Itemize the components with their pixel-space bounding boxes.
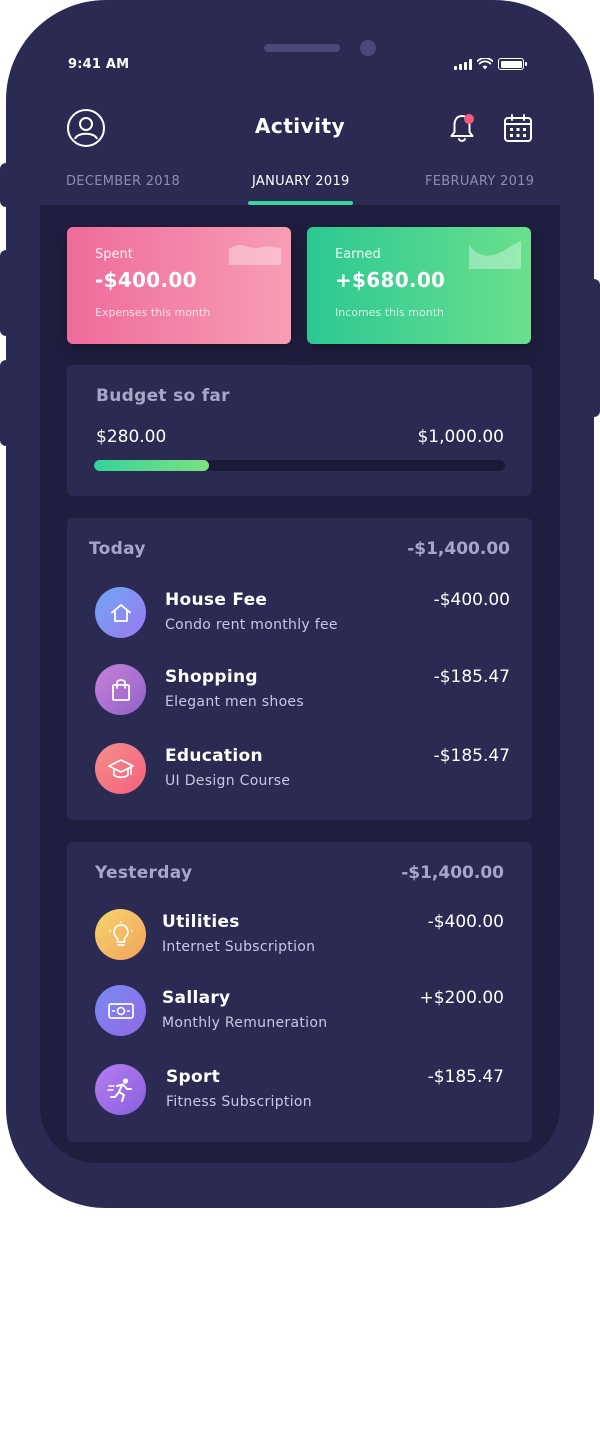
yesterday-panel: Yesterday -$1,400.00 Utilities Internet … xyxy=(67,842,532,1142)
list-item[interactable]: Utilities Internet Subscription -$400.00 xyxy=(95,909,504,963)
txn-amount: -$185.47 xyxy=(427,1067,504,1087)
signal-icon xyxy=(454,58,472,70)
spent-amount: -$400.00 xyxy=(95,268,197,292)
battery-icon xyxy=(498,58,527,70)
spent-subtitle: Expenses this month xyxy=(95,306,211,319)
budget-panel: Budget so far $280.00 $1,000.00 xyxy=(67,365,532,496)
budget-limit-value: $1,000.00 xyxy=(417,427,504,447)
earned-subtitle: Incomes this month xyxy=(335,306,444,319)
tab-december-2018[interactable]: DECEMBER 2018 xyxy=(66,174,180,189)
calendar-icon xyxy=(504,114,532,142)
txn-desc: Condo rent monthly fee xyxy=(165,617,338,633)
wifi-icon xyxy=(477,58,493,70)
shopping-bag-icon xyxy=(111,678,130,701)
power-button xyxy=(586,279,600,417)
front-camera xyxy=(360,40,376,56)
txn-amount: -$400.00 xyxy=(433,590,510,610)
budget-title: Budget so far xyxy=(96,386,230,406)
txn-desc: Monthly Remuneration xyxy=(162,1015,328,1031)
txn-name: Sport xyxy=(166,1067,221,1087)
cash-icon xyxy=(107,1002,134,1019)
list-item[interactable]: House Fee Condo rent monthly fee -$400.0… xyxy=(95,587,510,641)
txn-desc: Internet Subscription xyxy=(162,939,316,955)
budget-progress-bar xyxy=(94,460,505,471)
txn-name: Sallary xyxy=(162,988,231,1008)
earned-label: Earned xyxy=(335,247,381,262)
tab-february-2019[interactable]: FEBRUARY 2019 xyxy=(425,174,534,189)
budget-spent-value: $280.00 xyxy=(96,427,167,447)
list-item[interactable]: Sport Fitness Subscription -$185.47 xyxy=(95,1064,504,1118)
txn-amount: +$200.00 xyxy=(419,988,504,1008)
list-item[interactable]: Shopping Elegant men shoes -$185.47 xyxy=(95,664,510,718)
speaker-grille xyxy=(264,44,340,52)
tab-january-2019[interactable]: JANUARY 2019 xyxy=(252,174,350,189)
today-title: Today xyxy=(89,539,146,559)
house-icon xyxy=(110,603,131,622)
today-panel: Today -$1,400.00 House Fee Condo rent mo… xyxy=(67,518,532,820)
list-item[interactable]: Sallary Monthly Remuneration +$200.00 xyxy=(95,985,504,1039)
graduation-cap-icon xyxy=(107,758,134,778)
spent-label: Spent xyxy=(95,247,133,262)
today-total: -$1,400.00 xyxy=(407,539,510,559)
status-time: 9:41 AM xyxy=(68,57,130,72)
notification-badge xyxy=(464,114,474,124)
earned-amount: +$680.00 xyxy=(335,268,446,292)
txn-name: Shopping xyxy=(165,667,258,687)
txn-desc: Elegant men shoes xyxy=(165,694,304,710)
volume-down-button xyxy=(0,360,14,446)
volume-up-button xyxy=(0,250,14,336)
mute-switch xyxy=(0,163,14,207)
txn-name: House Fee xyxy=(165,590,268,610)
spent-card[interactable]: Spent -$400.00 Expenses this month xyxy=(67,227,291,344)
txn-desc: Fitness Subscription xyxy=(166,1094,312,1110)
list-item[interactable]: Education UI Design Course -$185.47 xyxy=(95,743,510,797)
txn-amount: -$400.00 xyxy=(427,912,504,932)
runner-icon xyxy=(106,1077,132,1102)
txn-name: Utilities xyxy=(162,912,240,932)
budget-progress-fill xyxy=(94,460,210,471)
lightbulb-icon xyxy=(109,921,132,946)
status-icons xyxy=(454,58,527,70)
calendar-button[interactable] xyxy=(502,112,534,144)
yesterday-total: -$1,400.00 xyxy=(401,863,504,883)
txn-amount: -$185.47 xyxy=(433,667,510,687)
yesterday-title: Yesterday xyxy=(95,863,193,883)
txn-amount: -$185.47 xyxy=(433,746,510,766)
earned-card[interactable]: Earned +$680.00 Incomes this month xyxy=(307,227,531,344)
txn-desc: UI Design Course xyxy=(165,773,291,789)
txn-name: Education xyxy=(165,746,263,766)
